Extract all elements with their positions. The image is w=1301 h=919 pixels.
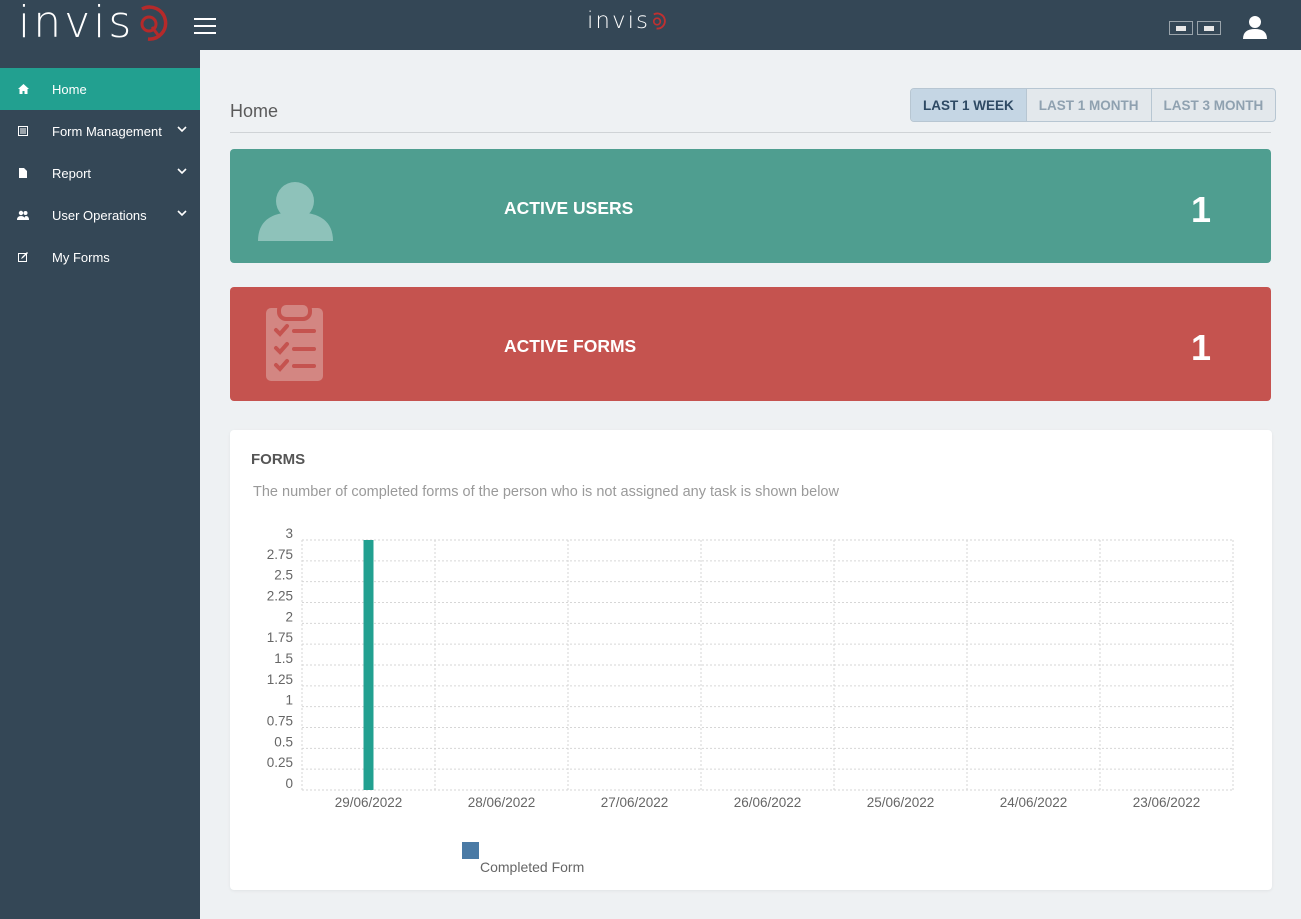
x-tick-label: 27/06/2022: [601, 795, 669, 810]
page-title: Home: [230, 101, 279, 121]
y-tick-label: 3: [285, 526, 293, 541]
sidebar-item-form-management[interactable]: Form Management: [0, 110, 200, 152]
active-users-card: ACTIVE USERS 1: [230, 149, 1271, 263]
completed-forms-bar-chart: 0 0.25 0.5 0.75 1 1.25 1.5 1.75 2 2.25 2.5 2.75 3 29/…: [267, 526, 1234, 875]
hamburger-line: [194, 32, 216, 34]
date-range-toggle: LAST 1 WEEK LAST 1 MONTH LAST 3 MONTH: [910, 88, 1277, 122]
sidebar: Home Form Management Report User Operati…: [0, 50, 200, 919]
active-users-value: 1: [1190, 189, 1211, 230]
hamburger-icon: [194, 18, 216, 20]
y-tick-label: 2: [285, 609, 293, 624]
x-tick-label: 23/06/2022: [1133, 795, 1201, 810]
sidebar-item-label: My Forms: [52, 249, 110, 265]
sidebar-item-report[interactable]: Report: [0, 152, 200, 194]
top-bar: invis invis: [0, 0, 1301, 50]
language-flag-icon[interactable]: [1197, 21, 1221, 35]
y-tick-label: 1: [285, 693, 293, 708]
y-tick-label: 1.5: [274, 651, 293, 666]
sidebar-item-user-operations[interactable]: User Operations: [0, 194, 200, 236]
app-logo[interactable]: invis: [18, 0, 168, 50]
logo-text: invis: [18, 0, 135, 48]
y-tick-label: 0.75: [267, 714, 293, 729]
chevron-down-icon: [177, 126, 187, 133]
chevron-down-icon: [177, 210, 187, 217]
legend-label: Completed Form: [480, 859, 584, 875]
range-last-3-month-button[interactable]: LAST 3 MONTH: [1152, 89, 1276, 121]
sidebar-item-my-forms[interactable]: My Forms: [0, 236, 200, 278]
x-tick-label: 29/06/2022: [335, 795, 403, 810]
active-forms-value: 1: [1190, 327, 1211, 368]
range-last-1-week-button[interactable]: LAST 1 WEEK: [911, 89, 1027, 121]
sidebar-item-home[interactable]: Home: [0, 68, 200, 110]
x-tick-label: 26/06/2022: [734, 795, 802, 810]
hamburger-line: [194, 25, 216, 27]
active-users-label: ACTIVE USERS: [504, 198, 634, 218]
y-tick-label: 2.5: [274, 568, 293, 583]
sidebar-item-label: Home: [52, 81, 87, 97]
active-forms-card: ACTIVE FORMS 1: [230, 287, 1271, 401]
logo-mark-icon: [140, 5, 168, 41]
chevron-down-icon: [177, 168, 187, 175]
language-flag-icon[interactable]: [1169, 21, 1193, 35]
y-tick-label: 2.25: [267, 589, 293, 604]
sidebar-item-label: User Operations: [52, 207, 147, 223]
y-tick-label: 0.25: [267, 755, 293, 770]
y-tick-label: 0.5: [274, 734, 293, 749]
center-logo-text: invis: [587, 8, 650, 34]
y-tick-label: 0: [285, 776, 293, 791]
x-tick-label: 24/06/2022: [1000, 795, 1068, 810]
users-icon: [17, 209, 29, 221]
sidebar-item-label: Report: [52, 165, 92, 181]
home-icon: [17, 83, 29, 95]
clipboard-checklist-icon: [266, 303, 323, 381]
logo-mark-icon: [652, 12, 666, 30]
range-last-1-month-button[interactable]: LAST 1 MONTH: [1027, 89, 1152, 121]
y-tick-label: 2.75: [267, 547, 293, 562]
list-icon: [17, 125, 29, 137]
sidebar-item-label: Form Management: [52, 123, 162, 139]
y-tick-label: 1.75: [267, 630, 293, 645]
y-tick-label: 1.25: [267, 672, 293, 687]
bar: [363, 540, 374, 790]
center-logo: invis: [587, 8, 666, 34]
edit-icon: [17, 251, 29, 263]
file-icon: [17, 167, 29, 179]
forms-chart-panel: FORMS The number of completed forms of t…: [230, 430, 1272, 890]
x-tick-label: 25/06/2022: [867, 795, 935, 810]
user-icon[interactable]: [1242, 14, 1268, 40]
hamburger-menu-button[interactable]: [194, 18, 216, 34]
active-forms-label: ACTIVE FORMS: [504, 336, 637, 356]
title-divider: [230, 132, 1271, 133]
legend-swatch: [462, 842, 479, 859]
x-tick-label: 28/06/2022: [468, 795, 536, 810]
user-icon: [258, 182, 333, 241]
